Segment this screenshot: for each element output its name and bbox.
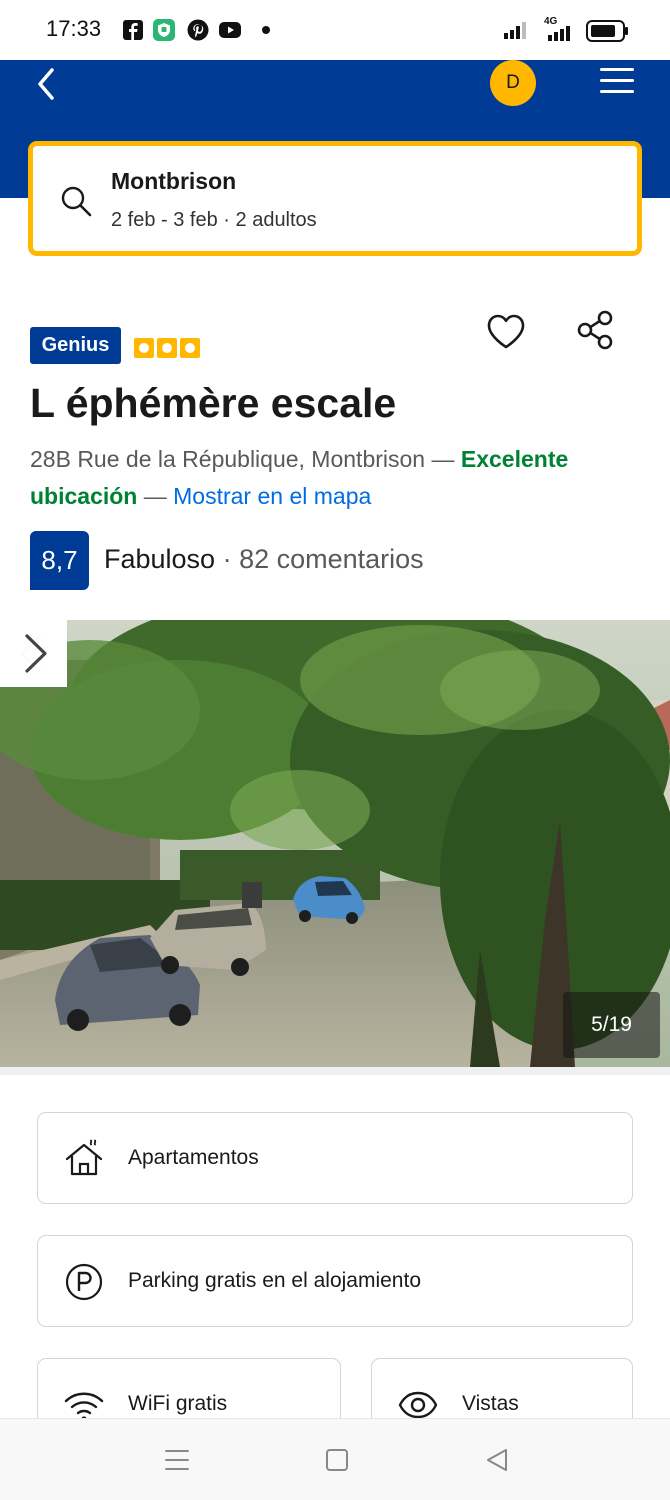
rating-squares <box>134 338 203 360</box>
separator-dash: — <box>425 446 461 472</box>
facility-card-apartments[interactable]: Apartamentos <box>37 1112 633 1204</box>
gallery-counter: 5/19 <box>563 992 660 1058</box>
review-score-label: Fabuloso <box>104 544 216 574</box>
search-destination: Montbrison <box>111 168 237 194</box>
facility-label: WiFi gratis <box>128 1392 228 1415</box>
house-icon <box>65 1139 103 1176</box>
show-on-map-link[interactable]: Mostrar en el mapa <box>173 483 371 509</box>
hamburger-menu-button[interactable] <box>600 68 636 96</box>
facebook-icon <box>123 20 143 40</box>
separator-dot: · <box>215 544 240 574</box>
favorite-heart-button[interactable] <box>486 312 526 352</box>
home-nav-icon[interactable] <box>322 1445 352 1475</box>
share-button[interactable] <box>576 310 616 350</box>
parking-icon <box>65 1263 103 1301</box>
address-block: 28B Rue de la République, Montbrison — E… <box>30 441 640 515</box>
signal-4g-icon: 4G <box>538 16 574 43</box>
page: 17:33 4G D Montbrison 2 feb - 3 feb · 2 … <box>0 0 670 1500</box>
back-nav-icon[interactable] <box>482 1445 512 1475</box>
youtube-icon <box>219 22 241 38</box>
more-notifications-dot <box>262 26 270 34</box>
shield-app-icon <box>153 19 175 41</box>
system-navigation-bar <box>0 1418 670 1500</box>
user-avatar[interactable]: D <box>490 60 536 106</box>
menu-nav-icon[interactable] <box>162 1445 192 1475</box>
review-score-text: Fabuloso · 82 comentarios <box>104 544 424 575</box>
review-score-badge: 8,7 <box>30 531 89 590</box>
status-time: 17:33 <box>46 16 102 41</box>
search-icon <box>61 186 92 217</box>
facility-label: Apartamentos <box>128 1146 259 1169</box>
pinterest-icon <box>187 19 209 41</box>
facility-card-parking[interactable]: Parking gratis en el alojamiento <box>37 1235 633 1327</box>
facility-label: Vistas <box>462 1392 519 1415</box>
rating-square-icon <box>134 338 154 358</box>
property-address: 28B Rue de la République, Montbrison <box>30 446 426 472</box>
facility-label: Parking gratis en el alojamiento <box>128 1269 421 1292</box>
battery-icon <box>586 20 628 42</box>
gallery-next-button[interactable] <box>0 620 67 687</box>
rating-square-icon <box>157 338 177 358</box>
search-summary-box[interactable]: Montbrison 2 feb - 3 feb · 2 adultos <box>28 141 642 256</box>
status-bar: 17:33 4G <box>0 0 670 60</box>
genius-badge: Genius <box>30 327 121 364</box>
rating-square-icon <box>180 338 200 358</box>
search-dates-guests: 2 feb - 3 feb · 2 adultos <box>111 209 317 231</box>
review-count[interactable]: 82 comentarios <box>239 544 424 574</box>
section-divider <box>0 1067 670 1075</box>
back-button[interactable] <box>32 64 64 104</box>
property-name: L éphémère escale <box>30 380 397 426</box>
photo-gallery[interactable]: 5/19 <box>0 620 670 1067</box>
separator-dash: — <box>137 483 174 509</box>
signal-icon <box>504 22 526 39</box>
